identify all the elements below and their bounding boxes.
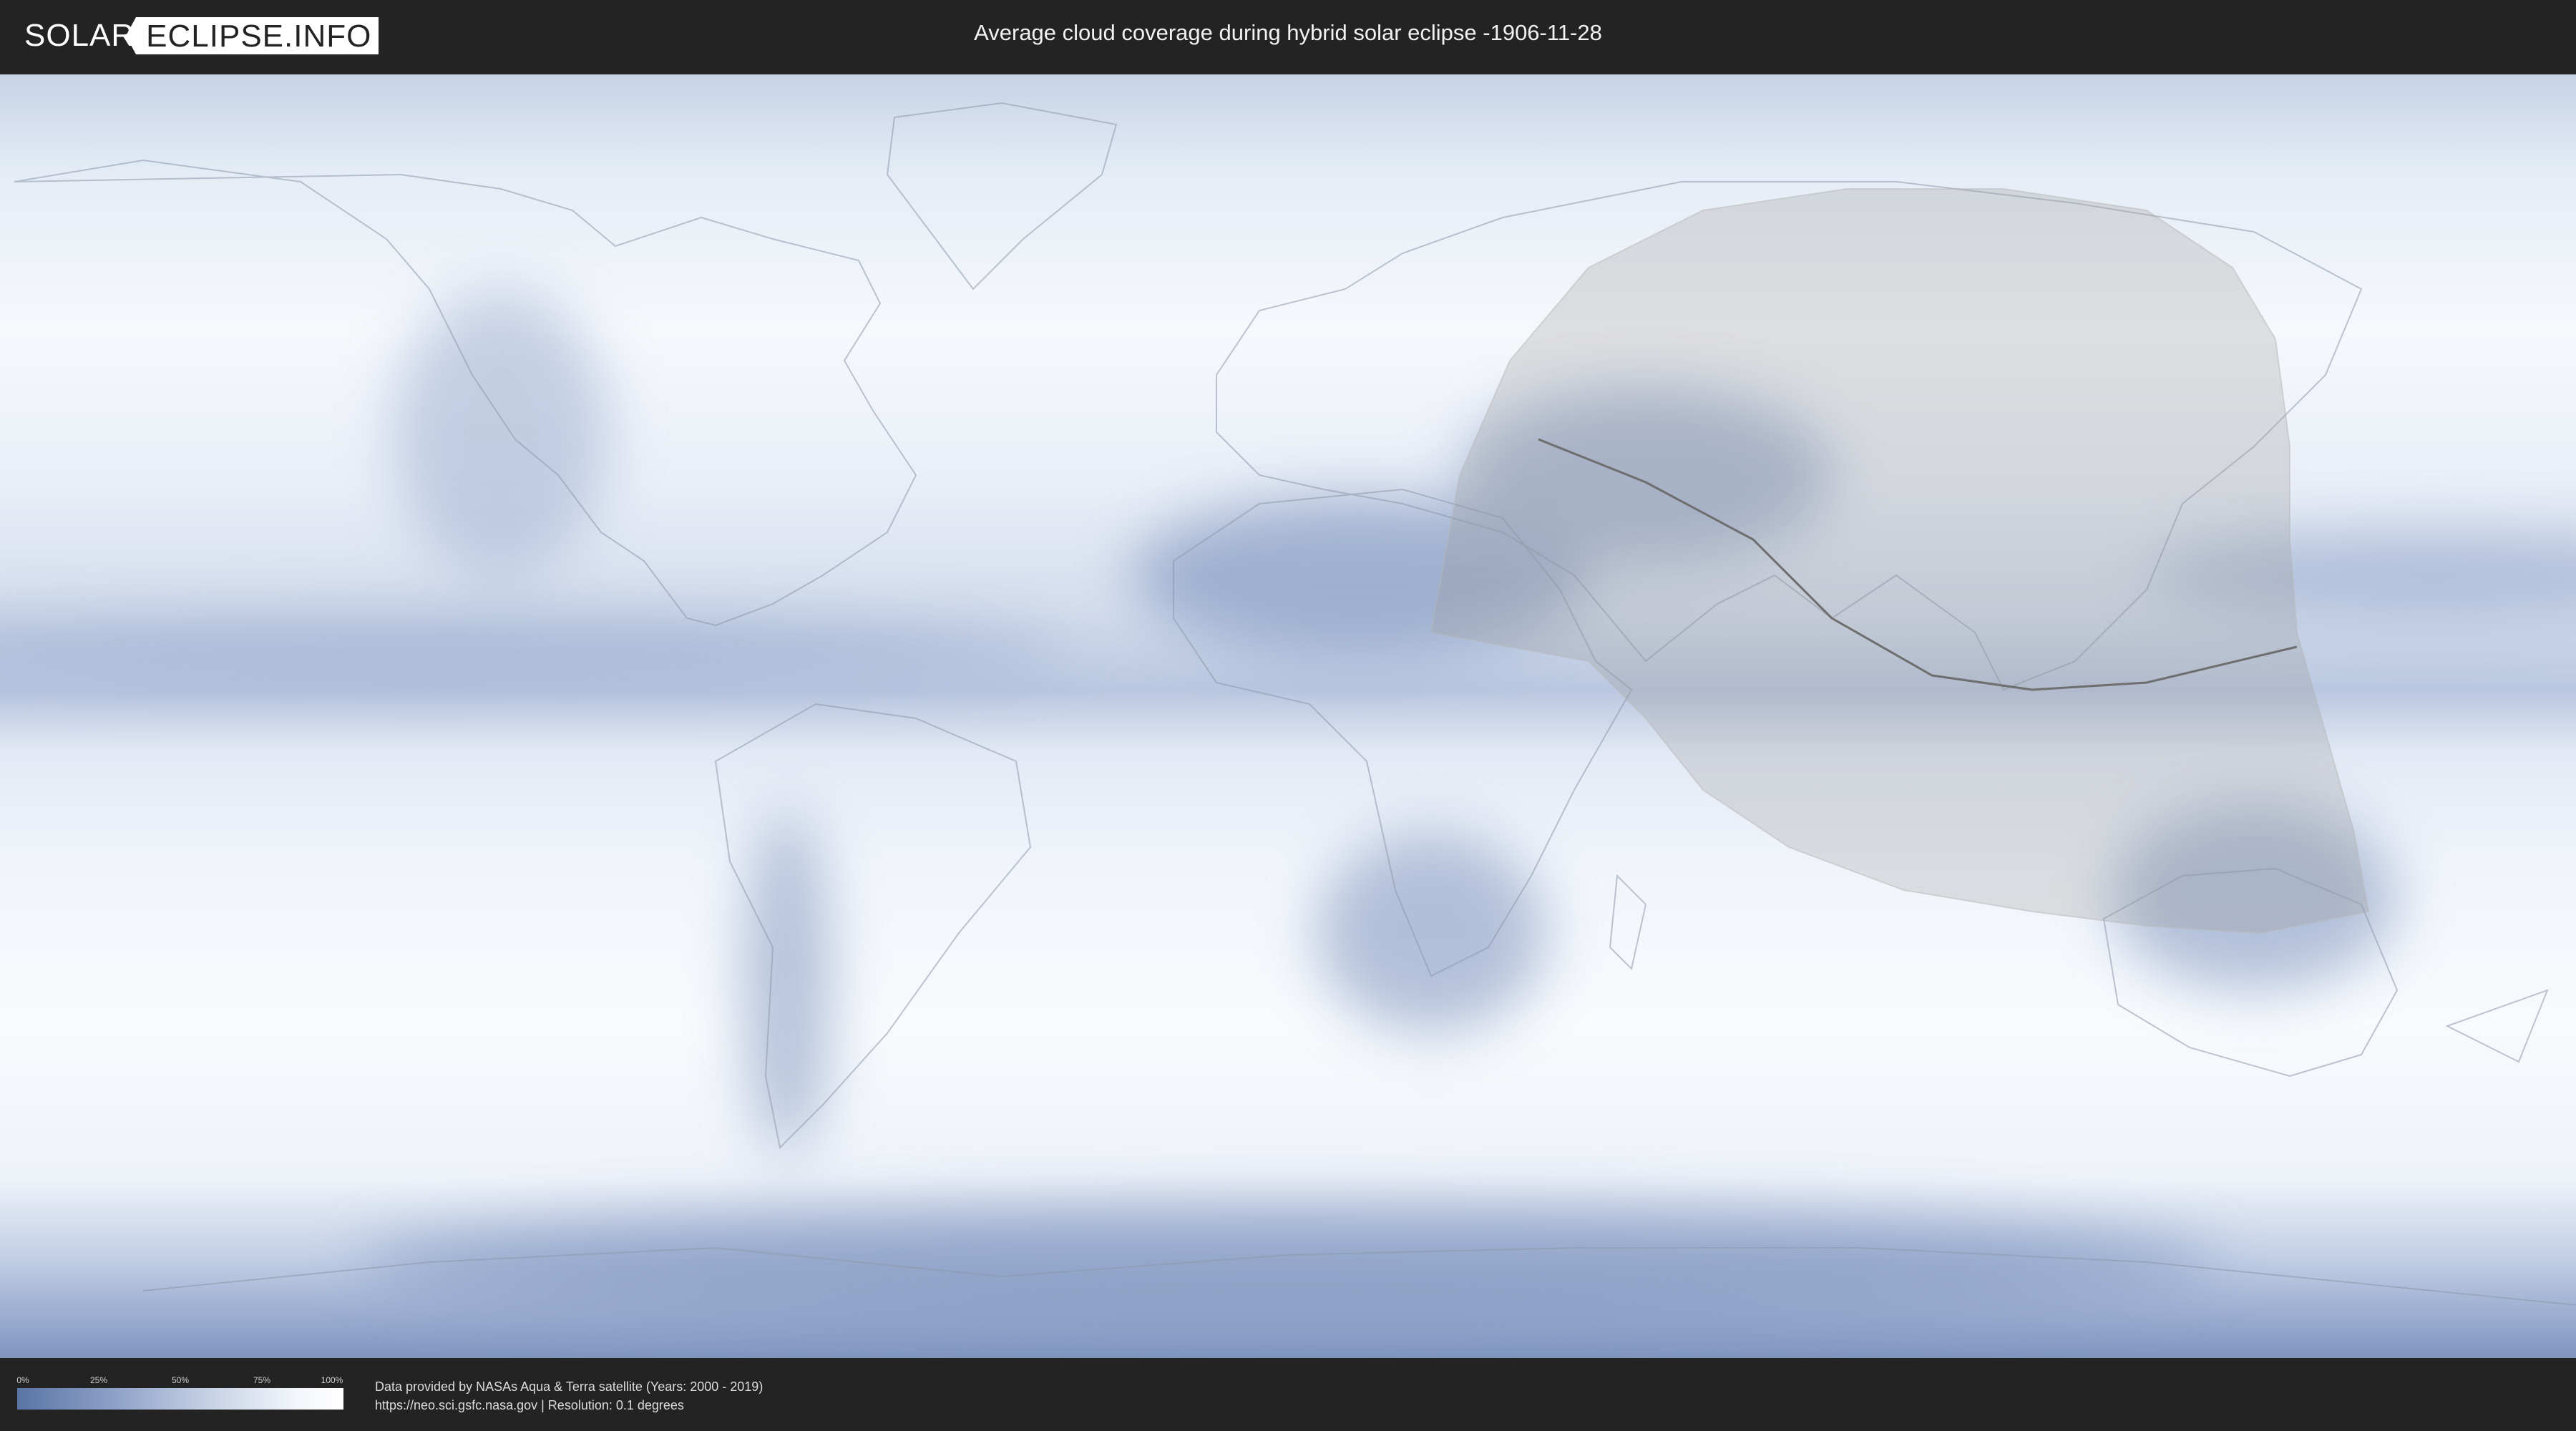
world-map-svg (0, 74, 2576, 1358)
legend-ticks: 0% 25% 50% 75% 100% (16, 1375, 343, 1387)
credit-line-source: Data provided by NASAs Aqua & Terra sate… (375, 1379, 763, 1394)
cloud-coverage-map (0, 74, 2576, 1358)
header-bar: SOLAR ECLIPSE.INFO Average cloud coverag… (0, 0, 2576, 72)
cloud-coverage-legend: 0% 25% 50% 75% 100% (16, 1375, 343, 1410)
legend-color-ramp (17, 1388, 343, 1410)
legend-tick: 0% (16, 1375, 29, 1385)
credit-line-url: https://neo.sci.gsfc.nasa.gov | Resoluti… (375, 1398, 684, 1412)
data-credit: Data provided by NASAs Aqua & Terra sate… (375, 1377, 763, 1415)
page-title: Average cloud coverage during hybrid sol… (974, 20, 1602, 45)
legend-tick: 100% (321, 1375, 343, 1385)
legend-tick: 75% (253, 1375, 271, 1385)
legend-tick: 25% (89, 1375, 108, 1385)
legend-tick: 50% (171, 1375, 190, 1385)
